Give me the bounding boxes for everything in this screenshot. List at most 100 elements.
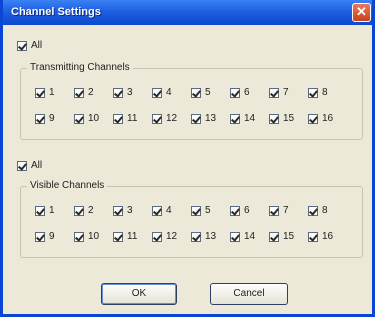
visible-channel-checkbox[interactable]: 11 xyxy=(113,231,137,242)
channel-label: 6 xyxy=(244,87,250,98)
transmit-channel-checkbox[interactable]: 1 xyxy=(35,87,55,98)
visible-channel-checkbox[interactable]: 2 xyxy=(74,205,94,216)
checkbox-icon xyxy=(74,205,84,216)
visible-channel-checkbox[interactable]: 9 xyxy=(35,231,55,242)
visible-channel-checkbox[interactable]: 6 xyxy=(230,205,250,216)
checkbox-icon xyxy=(17,40,27,51)
channel-label: 8 xyxy=(322,87,328,98)
checkbox-icon xyxy=(113,205,123,216)
visible-channel-checkbox[interactable]: 13 xyxy=(191,231,216,242)
checkbox-icon xyxy=(35,205,45,216)
checkbox-icon xyxy=(152,113,162,124)
checkbox-icon xyxy=(74,231,84,242)
checkbox-icon xyxy=(308,113,318,124)
visible-channel-checkbox[interactable]: 4 xyxy=(152,205,172,216)
checkbox-icon xyxy=(17,160,27,171)
visible-channels-group: Visible Channels 1 2 3 4 5 6 7 8 9 10 11 12 13 14 15 16 xyxy=(20,180,363,258)
channel-label: 5 xyxy=(205,205,211,216)
visible-channel-checkbox[interactable]: 12 xyxy=(152,231,177,242)
channel-label: 13 xyxy=(205,113,217,124)
checkbox-icon xyxy=(35,87,45,98)
transmit-channel-checkbox[interactable]: 8 xyxy=(308,87,328,98)
channel-label: 9 xyxy=(49,231,55,242)
transmit-channel-checkbox[interactable]: 7 xyxy=(269,87,289,98)
channel-label: 15 xyxy=(283,113,295,124)
checkbox-icon xyxy=(191,205,201,216)
title-bar: Channel Settings ✕ xyxy=(3,0,372,25)
visible-channel-grid: 1 2 3 4 5 6 7 8 9 10 11 12 13 14 15 16 xyxy=(21,187,362,257)
visible-channel-checkbox[interactable]: 5 xyxy=(191,205,211,216)
checkbox-icon xyxy=(152,231,162,242)
visible-channel-checkbox[interactable]: 16 xyxy=(308,231,333,242)
checkbox-icon xyxy=(113,113,123,124)
channel-label: 11 xyxy=(127,231,138,242)
close-icon: ✕ xyxy=(356,4,367,19)
channel-label: 10 xyxy=(88,113,100,124)
channel-label: 5 xyxy=(205,87,211,98)
checkbox-icon xyxy=(308,205,318,216)
visible-channel-checkbox[interactable]: 1 xyxy=(35,205,55,216)
channel-label: 4 xyxy=(166,87,172,98)
channel-label: 11 xyxy=(127,113,138,124)
visible-all-label: All xyxy=(31,160,43,171)
visible-all-checkbox[interactable]: All xyxy=(17,160,42,171)
channel-label: 7 xyxy=(283,205,289,216)
dialog-title: Channel Settings xyxy=(11,6,101,18)
checkbox-icon xyxy=(269,205,279,216)
channel-label: 10 xyxy=(88,231,100,242)
transmit-channel-checkbox[interactable]: 5 xyxy=(191,87,211,98)
channel-label: 2 xyxy=(88,87,94,98)
checkbox-icon xyxy=(191,87,201,98)
transmit-channel-checkbox[interactable]: 16 xyxy=(308,113,333,124)
channel-label: 8 xyxy=(322,205,328,216)
channel-label: 3 xyxy=(127,205,133,216)
checkbox-icon xyxy=(191,113,201,124)
checkbox-icon xyxy=(269,231,279,242)
transmit-channel-checkbox[interactable]: 11 xyxy=(113,113,137,124)
close-button[interactable]: ✕ xyxy=(352,3,371,22)
visible-channel-checkbox[interactable]: 3 xyxy=(113,205,133,216)
checkbox-icon xyxy=(74,87,84,98)
checkbox-icon xyxy=(230,87,240,98)
visible-channel-checkbox[interactable]: 8 xyxy=(308,205,328,216)
channel-label: 1 xyxy=(49,205,55,216)
visible-channel-checkbox[interactable]: 10 xyxy=(74,231,99,242)
channel-label: 14 xyxy=(244,231,256,242)
transmit-channel-grid: 1 2 3 4 5 6 7 8 9 10 11 12 13 14 15 16 xyxy=(21,69,362,139)
ok-button[interactable]: OK xyxy=(101,283,177,305)
checkbox-icon xyxy=(230,205,240,216)
checkbox-icon xyxy=(308,87,318,98)
transmit-channel-checkbox[interactable]: 13 xyxy=(191,113,216,124)
channel-label: 4 xyxy=(166,205,172,216)
transmit-channel-checkbox[interactable]: 3 xyxy=(113,87,133,98)
transmit-channel-checkbox[interactable]: 4 xyxy=(152,87,172,98)
channel-label: 2 xyxy=(88,205,94,216)
transmit-channel-checkbox[interactable]: 15 xyxy=(269,113,294,124)
channel-label: 12 xyxy=(166,231,178,242)
transmit-channel-checkbox[interactable]: 12 xyxy=(152,113,177,124)
transmit-channel-checkbox[interactable]: 14 xyxy=(230,113,255,124)
transmit-channel-checkbox[interactable]: 2 xyxy=(74,87,94,98)
visible-channel-checkbox[interactable]: 14 xyxy=(230,231,255,242)
transmit-all-label: All xyxy=(31,40,43,51)
checkbox-icon xyxy=(113,87,123,98)
channel-label: 3 xyxy=(127,87,133,98)
channel-label: 12 xyxy=(166,113,178,124)
checkbox-icon xyxy=(269,87,279,98)
transmit-channel-checkbox[interactable]: 6 xyxy=(230,87,250,98)
checkbox-icon xyxy=(152,87,162,98)
visible-channel-checkbox[interactable]: 7 xyxy=(269,205,289,216)
visible-channel-checkbox[interactable]: 15 xyxy=(269,231,294,242)
transmitting-channels-group: Transmitting Channels 1 2 3 4 5 6 7 8 9 10 11 12 13 1… xyxy=(20,62,363,140)
transmit-channel-checkbox[interactable]: 9 xyxy=(35,113,55,124)
cancel-button[interactable]: Cancel xyxy=(210,283,288,305)
checkbox-icon xyxy=(230,231,240,242)
checkbox-icon xyxy=(152,205,162,216)
checkbox-icon xyxy=(269,113,279,124)
transmit-all-checkbox[interactable]: All xyxy=(17,40,42,51)
channel-label: 7 xyxy=(283,87,289,98)
channel-settings-dialog: Channel Settings ✕ All Transmitting Chan… xyxy=(0,0,375,317)
channel-label: 16 xyxy=(322,231,334,242)
checkbox-icon xyxy=(35,113,45,124)
transmit-channel-checkbox[interactable]: 10 xyxy=(74,113,99,124)
